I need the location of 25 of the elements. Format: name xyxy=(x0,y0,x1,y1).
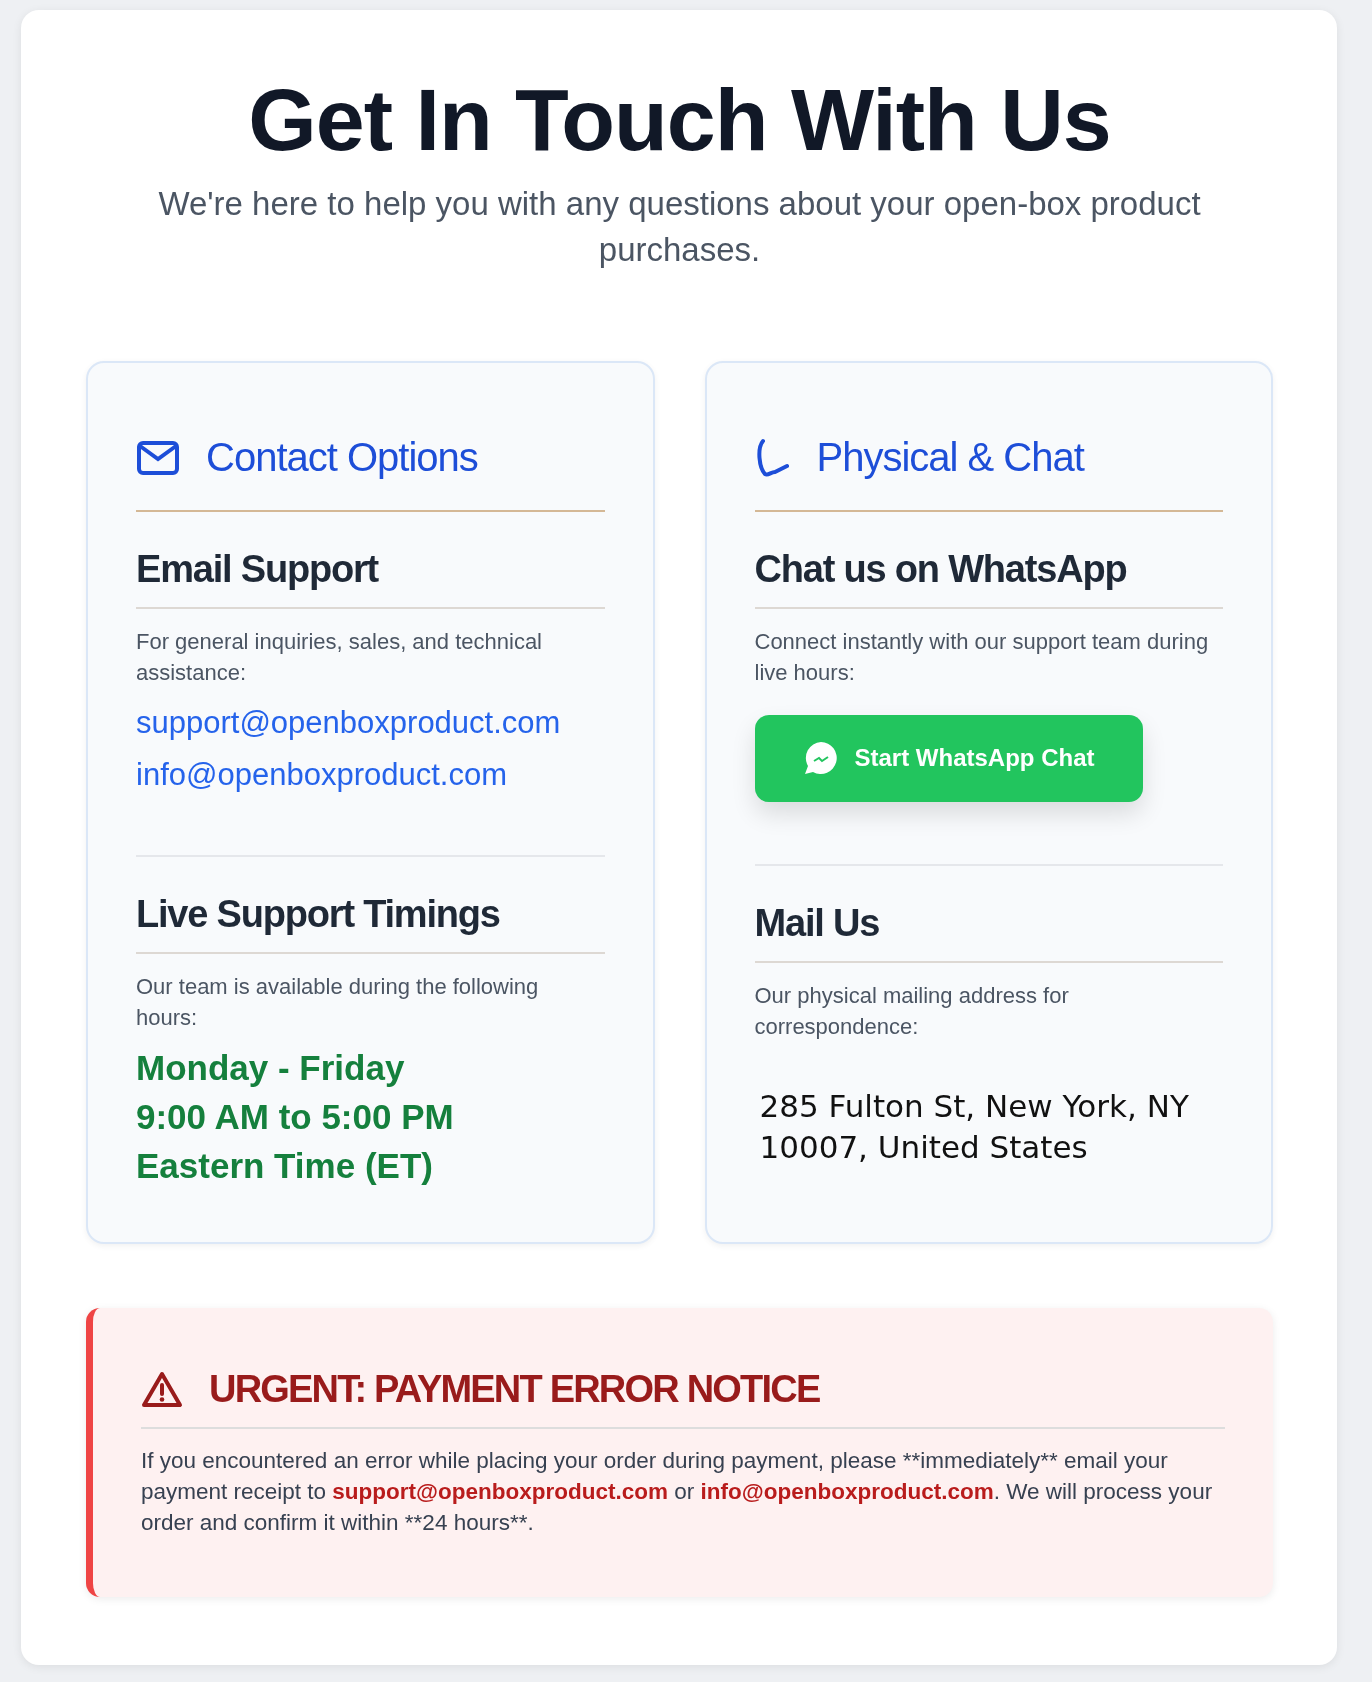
email-link[interactable]: info@openboxproduct.com xyxy=(700,1479,994,1505)
chat-bubble-icon xyxy=(802,740,839,777)
mailing-address: 285 Fulton St, New York, NY 10007, United States xyxy=(759,1087,1190,1167)
warning-icon xyxy=(141,1370,183,1409)
notice-title: URGENT: PAYMENT ERROR NOTICE xyxy=(209,1368,820,1412)
notice-text: If you encountered an error while placing your order during payment, please **immediately** email your payment receipt to support@openboxproduct.com or info@openboxproduct.com. We will process your order and confirm it within **24 hours**. xyxy=(141,1447,1214,1538)
section-heading: Mail Us xyxy=(754,901,1223,963)
section-description: Our physical mailing address for correspondence: xyxy=(754,981,1070,1041)
email-link[interactable]: support@openboxproduct.com xyxy=(136,704,605,741)
hours-text: Monday - Friday xyxy=(136,1047,406,1090)
section-description: Our team is available during the following hours: xyxy=(136,972,540,1032)
email-link[interactable]: info@openboxproduct.com xyxy=(136,756,605,793)
section-description: For general inquiries, sales, and technical assistance: xyxy=(136,628,543,687)
hours-text: Eastern Time (ET) xyxy=(136,1145,434,1188)
section-heading: Chat us on WhatsApp xyxy=(754,548,1223,610)
email-link[interactable]: support@openboxproduct.com xyxy=(332,1479,669,1505)
card-title: Contact Options xyxy=(206,435,478,481)
hours-text: 9:00 AM to 5:00 PM xyxy=(136,1096,455,1139)
page-title: Get In Touch With Us xyxy=(247,72,1112,169)
page-subtitle: We're here to help you with any questions about your open-box product purchases. xyxy=(157,183,1202,270)
section-heading: Live Support Timings xyxy=(136,892,605,954)
mail-icon xyxy=(136,439,180,476)
section-description: Connect instantly with our support team during live hours: xyxy=(754,628,1210,687)
card-title: Physical & Chat xyxy=(816,435,1084,481)
section-heading: Email Support xyxy=(136,548,605,610)
